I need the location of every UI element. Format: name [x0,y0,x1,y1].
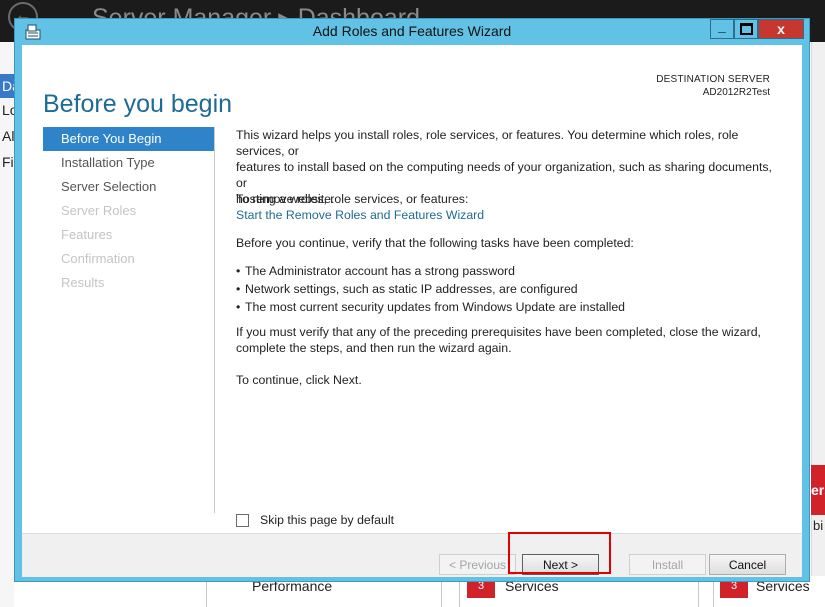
servers-tile-header[interactable]: ers [811,465,825,515]
remove-roles-wizard-link[interactable]: Start the Remove Roles and Features Wiza… [236,207,484,223]
install-button[interactable]: Install [629,554,706,575]
list-item: • The most current security updates from … [236,298,625,316]
step-confirmation: Confirmation [61,251,135,266]
minimize-button[interactable]: _ [710,19,734,39]
destination-server-value: AD2012R2Test [702,87,770,98]
wizard-titlebar[interactable]: Add Roles and Features Wizard _ x [15,19,809,45]
intro-line: features to install based on the computi… [236,160,772,190]
bullet-icon: • [236,282,241,296]
nav-item-local-server[interactable]: Lo [0,98,14,122]
nav-item-dashboard[interactable]: Da [0,74,14,98]
step-server-selection[interactable]: Server Selection [43,175,214,199]
bullet-icon: • [236,264,241,278]
maximize-icon [739,23,753,35]
close-button[interactable]: x [758,19,804,39]
step-before-you-begin[interactable]: Before You Begin [43,127,214,151]
page-title: Before you begin [43,89,233,118]
verify-note-line: complete the steps, and then run the wiz… [236,341,512,355]
step-installation-type[interactable]: Installation Type [43,151,214,175]
server-manager-nav: Da Lo Al Fi [0,42,15,607]
step-results: Results [61,275,105,290]
list-item: • The Administrator account has a strong … [236,262,625,280]
wizard-title: Add Roles and Features Wizard [312,23,512,39]
bullet-icon: • [236,300,241,314]
list-item-text: The most current security updates from W… [245,300,626,314]
verify-note: If you must verify that any of the prece… [236,324,776,356]
previous-button[interactable]: < Previous [439,554,516,575]
add-roles-wizard-window: Add Roles and Features Wizard _ x Before… [14,18,810,582]
destination-server-label: DESTINATION SERVER [656,74,770,85]
verify-prompt: Before you continue, verify that the fol… [236,236,634,250]
wizard-steps-nav: Before You Begin Installation Type Serve… [43,127,214,295]
servers-tile-text: bi [813,518,824,533]
next-button-highlight [508,532,611,574]
steps-divider [214,127,215,513]
step-features: Features [61,227,113,242]
intro-line: This wizard helps you install roles, rol… [236,128,739,158]
wizard-footer: < Previous Next > Install Cancel [22,533,802,577]
continue-text: To continue, click Next. [236,373,362,387]
step-server-roles: Server Roles [61,203,137,218]
verify-note-line: If you must verify that any of the prece… [236,325,761,339]
skip-page-label[interactable]: Skip this page by default [260,513,394,527]
maximize-button[interactable] [734,19,758,39]
prerequisite-list: • The Administrator account has a strong … [236,262,625,316]
nav-item-file-services[interactable]: Fi [0,150,14,174]
remove-prompt: To remove roles, role services, or featu… [236,192,469,206]
skip-page-checkbox[interactable] [236,514,249,527]
nav-item-all-servers[interactable]: Al [0,124,14,148]
cancel-button[interactable]: Cancel [709,554,786,575]
wizard-body: Before you begin DESTINATION SERVER AD20… [22,45,802,577]
list-item: • Network settings, such as static IP add… [236,280,625,298]
list-item-text: The Administrator account has a strong p… [245,264,515,278]
list-item-text: Network settings, such as static IP addr… [245,282,578,296]
